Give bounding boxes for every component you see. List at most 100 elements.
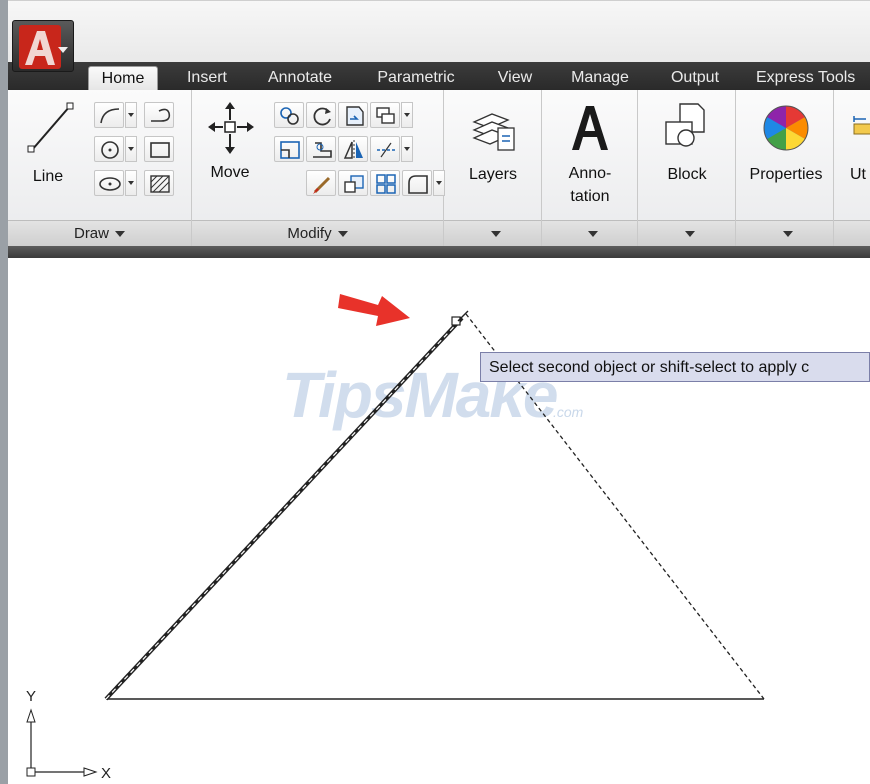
circle-icon <box>101 141 119 159</box>
scale-icon <box>344 175 364 193</box>
measure-icon <box>853 116 870 135</box>
properties-panel: Properties <box>736 90 834 246</box>
layers-button[interactable]: Layers <box>452 98 534 198</box>
trim-button[interactable] <box>338 102 368 128</box>
line-icon <box>27 102 74 153</box>
mirror-icon <box>343 140 363 160</box>
tab-annotate[interactable]: Annotate <box>256 66 344 90</box>
arc-spline-button[interactable] <box>144 102 174 128</box>
offset-button[interactable] <box>370 170 400 196</box>
tab-express-tools[interactable]: Express Tools <box>756 66 870 90</box>
stretch-icon <box>280 141 300 159</box>
utilities-label: Ut <box>850 166 866 183</box>
erase-button[interactable] <box>306 170 336 196</box>
properties-button[interactable]: Properties <box>742 98 830 198</box>
tab-manage[interactable]: Manage <box>560 66 640 90</box>
block-label: Block <box>667 166 707 183</box>
text-a-icon <box>572 106 608 150</box>
block-button[interactable]: Block <box>646 98 728 198</box>
layers-icon <box>472 113 515 151</box>
color-wheel-icon <box>763 105 809 151</box>
annotation-panel-footer[interactable] <box>542 220 637 246</box>
scale-button[interactable] <box>338 170 368 196</box>
line-button[interactable]: Line <box>16 96 80 196</box>
utilities-panel-footer[interactable] <box>834 220 870 246</box>
ellipse-dropdown[interactable] <box>125 170 137 196</box>
ribbon-tab-strip: Home Insert Annotate Parametric View Man… <box>8 62 870 90</box>
hatch-icon <box>150 175 170 193</box>
circle-button[interactable] <box>94 136 124 162</box>
polyline-icon <box>100 108 120 124</box>
copy-button[interactable] <box>274 102 304 128</box>
hatch-button[interactable] <box>144 170 174 196</box>
erase-icon <box>313 176 331 194</box>
layers-label: Layers <box>468 166 518 183</box>
fillet-icon <box>313 142 332 158</box>
utilities-button[interactable]: Ut <box>840 98 870 198</box>
ellipse-button[interactable] <box>94 170 124 196</box>
block-panel: Block <box>638 90 736 246</box>
application-menu-button[interactable] <box>12 20 74 72</box>
chevron-down-icon <box>587 231 598 238</box>
mirror-button[interactable] <box>338 136 368 162</box>
trim-icon <box>346 106 364 126</box>
copy-icon <box>280 107 299 125</box>
ucs-x-label: X <box>101 765 112 782</box>
chamfer-icon <box>408 175 428 194</box>
rectangle-button[interactable] <box>144 136 174 162</box>
properties-panel-footer[interactable] <box>736 220 833 246</box>
modify-panel: Move Modify <box>192 90 445 246</box>
modify-panel-footer[interactable]: Modify <box>192 220 443 246</box>
drawing-area-border <box>8 246 870 258</box>
layers-panel-footer[interactable] <box>444 220 541 246</box>
offset-icon <box>376 174 396 194</box>
array-button[interactable] <box>370 102 400 128</box>
tab-home[interactable]: Home <box>88 66 158 90</box>
rotate-button[interactable] <box>306 102 336 128</box>
tab-insert[interactable]: Insert <box>176 66 238 90</box>
tab-output[interactable]: Output <box>660 66 730 90</box>
draw-panel-footer[interactable]: Draw <box>8 220 191 246</box>
watermark-suffix: .com <box>553 404 584 420</box>
array-icon <box>376 107 395 124</box>
annotation-panel: Anno- tation <box>542 90 638 246</box>
chevron-down-icon <box>115 231 125 238</box>
ellipse-icon <box>99 177 121 191</box>
polyline-button[interactable] <box>94 102 124 128</box>
ribbon: Line Draw Move Modify Layers Anno- tatio… <box>8 90 870 246</box>
properties-label: Properties <box>749 166 823 183</box>
move-label: Move <box>210 164 250 181</box>
modify-panel-label: Modify <box>287 225 332 242</box>
explode-button[interactable] <box>370 136 400 162</box>
drawing-canvas[interactable] <box>8 258 870 784</box>
line-label: Line <box>32 168 64 185</box>
tab-parametric[interactable]: Parametric <box>366 66 466 90</box>
polyline-dropdown[interactable] <box>125 102 137 128</box>
chamfer-button[interactable] <box>402 170 432 196</box>
explode-dropdown[interactable] <box>401 136 413 162</box>
chevron-down-icon <box>58 47 68 53</box>
draw-panel-label: Draw <box>73 225 109 242</box>
autocad-logo-icon <box>19 25 61 69</box>
utilities-panel: Ut <box>834 90 870 246</box>
array-dropdown[interactable] <box>401 102 413 128</box>
annotation-label-line1: Anno- <box>568 165 612 182</box>
chevron-down-icon <box>337 231 348 238</box>
arc-spline-icon <box>151 108 171 122</box>
chevron-down-icon <box>490 231 501 238</box>
ucs-y-label: Y <box>26 688 37 705</box>
move-button[interactable]: Move <box>198 100 262 200</box>
command-tooltip: Select second object or shift-select to … <box>480 352 870 382</box>
stretch-button[interactable] <box>274 136 304 162</box>
layers-panel: Layers <box>444 90 542 246</box>
block-panel-footer[interactable] <box>638 220 735 246</box>
explode-icon <box>377 142 395 158</box>
move-icon <box>208 102 254 154</box>
chevron-down-icon <box>782 231 793 238</box>
circle-dropdown[interactable] <box>125 136 137 162</box>
annotation-label-line2: tation <box>570 188 610 205</box>
fillet-button[interactable] <box>306 136 336 162</box>
rotate-icon <box>313 107 331 126</box>
tab-view[interactable]: View <box>488 66 542 90</box>
annotation-button[interactable]: Anno- tation <box>548 96 632 212</box>
